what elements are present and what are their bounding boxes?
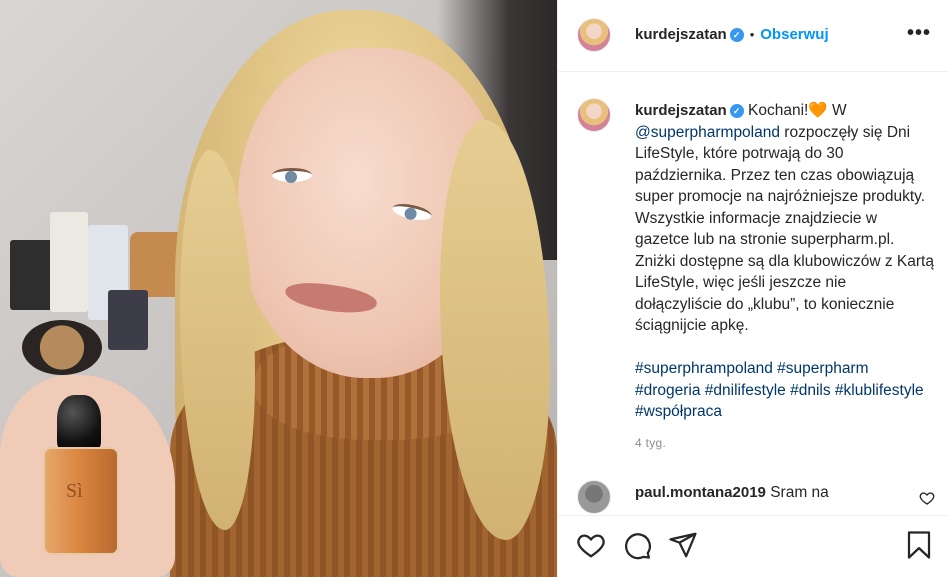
action-bar [558, 515, 948, 577]
product-box [10, 240, 55, 310]
caption-body: rozpoczęły się Dni LifeStyle, które potr… [635, 123, 934, 335]
perfume-label: Sì [66, 480, 83, 502]
post-header: kurdejszatan ✓ • Obserwuj ••• [558, 0, 948, 72]
comment-avatar[interactable] [577, 480, 611, 514]
comment-username[interactable]: paul.montana2019 [635, 484, 766, 501]
bookmark-icon[interactable] [904, 530, 934, 560]
share-icon[interactable] [668, 530, 698, 560]
product-mascara [108, 290, 148, 350]
comments-area[interactable]: kurdejszatan ✓ Kochani!🧡 W @superpharmpol… [558, 72, 948, 515]
separator-dot: • [749, 27, 755, 42]
heart-emoji: 🧡 [808, 102, 828, 119]
caption-w: W [827, 102, 847, 119]
avatar[interactable] [577, 18, 611, 52]
hashtags[interactable]: #superphrampoland #superpharm #drogeria … [635, 358, 935, 423]
comment-text: Sram na [765, 484, 829, 501]
caption: kurdejszatan ✓ Kochani!🧡 W @superpharmpol… [635, 100, 935, 423]
more-options-icon[interactable]: ••• [907, 22, 931, 45]
header-meta: kurdejszatan ✓ • Obserwuj [635, 26, 829, 44]
verified-icon: ✓ [729, 28, 744, 42]
product-tube [50, 212, 88, 312]
post-side-panel: kurdejszatan ✓ • Obserwuj ••• kurdejszatan ✓… [557, 0, 948, 577]
post-time[interactable]: 4 tyg. [635, 436, 666, 450]
mention-link[interactable]: @superpharmpoland [635, 124, 780, 141]
caption-verified-icon: ✓ [729, 104, 744, 118]
username-link[interactable]: kurdejszatan [635, 26, 727, 43]
comment-like-heart-icon[interactable] [919, 490, 935, 506]
caption-username[interactable]: kurdejszatan [635, 102, 727, 119]
caption-avatar[interactable] [577, 98, 611, 132]
heart-icon[interactable] [576, 530, 606, 560]
caption-greeting: Kochani! [748, 102, 809, 119]
perfume-cap [57, 395, 101, 453]
comment-icon[interactable] [622, 530, 652, 560]
follow-button[interactable]: Obserwuj [760, 26, 828, 43]
left-eye [272, 168, 312, 183]
comment: paul.montana2019 Sram na [635, 482, 915, 503]
post-photo[interactable]: Sì [0, 0, 557, 577]
product-compact [22, 320, 102, 375]
